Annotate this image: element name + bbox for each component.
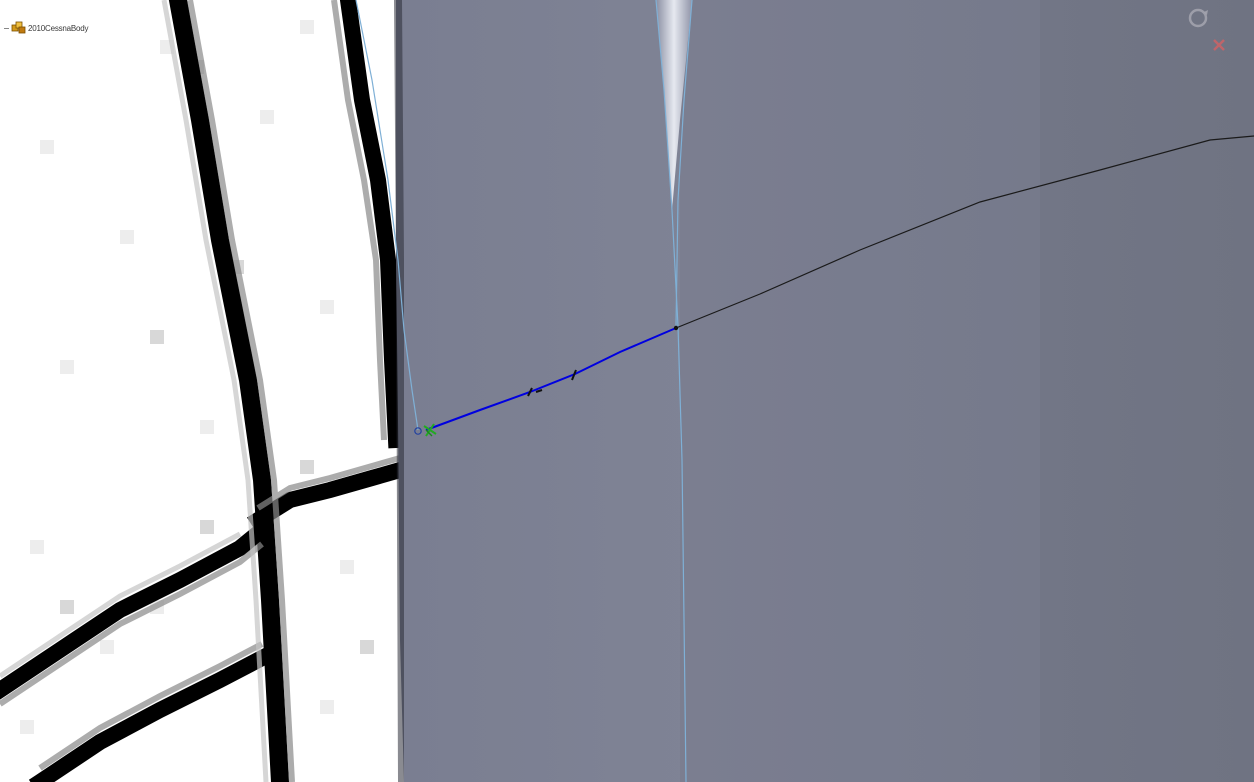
tree-expander-icon[interactable] bbox=[4, 27, 9, 29]
feature-tree-root[interactable]: 2010CessnaBody bbox=[4, 20, 89, 36]
rotate-view-icon[interactable] bbox=[1188, 8, 1208, 28]
view-controls bbox=[1176, 4, 1240, 54]
blueprint-background-image bbox=[0, 0, 410, 782]
spline-endpoint[interactable] bbox=[673, 325, 679, 331]
part-icon bbox=[11, 21, 26, 34]
graphics-viewport[interactable]: 2010CessnaBody bbox=[0, 0, 1254, 782]
feature-tree-root-label[interactable]: 2010CessnaBody bbox=[28, 24, 89, 33]
close-icon[interactable] bbox=[1213, 39, 1225, 51]
model-surface[interactable] bbox=[394, 0, 1254, 782]
model-view-canvas[interactable] bbox=[0, 0, 1254, 782]
